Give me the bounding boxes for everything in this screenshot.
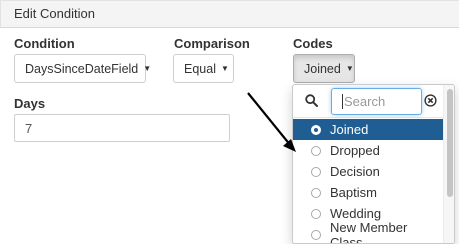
- annotation-arrow: [247, 92, 296, 152]
